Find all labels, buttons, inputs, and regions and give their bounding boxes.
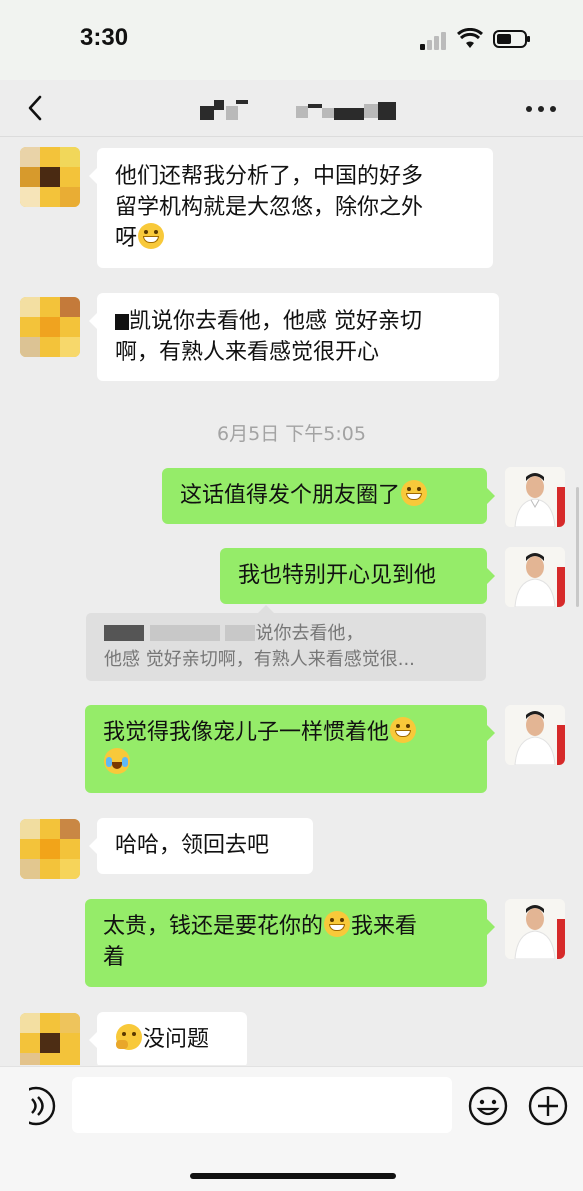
message-bubble-outgoing[interactable]: 这话值得发个朋友圈了 bbox=[162, 468, 495, 524]
quote-line: 说你去看他， bbox=[255, 623, 364, 644]
status-time: 3:30 bbox=[80, 24, 129, 51]
emoji-icon[interactable] bbox=[467, 1085, 509, 1127]
redacted-text bbox=[225, 625, 256, 641]
redacted-text bbox=[149, 625, 220, 641]
my-avatar[interactable] bbox=[505, 547, 565, 607]
message-line: 太贵，钱还是要花你的 bbox=[103, 914, 324, 939]
message-line: 凯说你去看他，他感 觉好亲切 bbox=[129, 309, 422, 334]
grin-icon bbox=[138, 223, 165, 249]
message-bubble-outgoing[interactable]: 我觉得我像宠儿子一样惯着他 bbox=[85, 705, 495, 793]
message-line: 我来看 bbox=[351, 914, 418, 939]
thinking-icon bbox=[116, 1024, 142, 1050]
contact-avatar[interactable] bbox=[20, 147, 80, 207]
quoted-message[interactable]: 说你去看他， 他感 觉好亲切啊，有熟人来看感觉很... bbox=[86, 605, 486, 681]
my-avatar[interactable] bbox=[505, 467, 565, 527]
chat-title-redacted bbox=[196, 98, 406, 122]
redacted-name bbox=[115, 314, 129, 330]
message-line: 他们还帮我分析了，中国的好多 bbox=[115, 164, 424, 189]
scroll-indicator bbox=[576, 487, 579, 607]
home-indicator bbox=[190, 1173, 396, 1179]
message-list[interactable]: 他们还帮我分析了，中国的好多 留学机构就是大忽悠，除你之外 呀 凯说你去看他，他… bbox=[0, 137, 583, 1065]
message-bubble-incoming[interactable]: 哈哈，领回去吧 bbox=[89, 818, 313, 874]
back-icon[interactable] bbox=[20, 92, 52, 124]
message-bubble-incoming[interactable]: 他们还帮我分析了，中国的好多 留学机构就是大忽悠，除你之外 呀 bbox=[89, 148, 493, 268]
message-bubble-outgoing[interactable]: 我也特别开心见到他 bbox=[220, 548, 495, 604]
message-input-box[interactable] bbox=[72, 1077, 452, 1133]
chat-header bbox=[0, 80, 583, 137]
my-avatar[interactable] bbox=[505, 705, 565, 765]
contact-avatar[interactable] bbox=[20, 1013, 80, 1065]
more-options-icon[interactable] bbox=[524, 100, 560, 120]
message-bubble-outgoing[interactable]: 太贵，钱还是要花你的 我来看 着 bbox=[85, 899, 495, 987]
grin-icon bbox=[401, 480, 428, 506]
message-line: 啊，有熟人来看感觉很开心 bbox=[115, 340, 380, 365]
wifi-icon bbox=[457, 28, 483, 48]
message-text: 这话值得发个朋友圈了 bbox=[180, 483, 401, 508]
message-text: 我也特别开心见到他 bbox=[238, 563, 437, 588]
redacted-text bbox=[104, 625, 144, 641]
voice-input-icon[interactable] bbox=[15, 1085, 57, 1127]
message-text: 哈哈，领回去吧 bbox=[115, 833, 270, 858]
signal-icon bbox=[420, 32, 448, 50]
laughing-crying-icon bbox=[104, 748, 130, 774]
input-bar bbox=[0, 1066, 583, 1191]
message-text: 没问题 bbox=[143, 1027, 210, 1052]
message-line: 留学机构就是大忽悠，除你之外 bbox=[115, 195, 424, 220]
message-bubble-incoming[interactable]: 没问题 bbox=[89, 1012, 247, 1065]
grin-icon bbox=[390, 717, 417, 743]
message-line: 我觉得我像宠儿子一样惯着他 bbox=[103, 720, 390, 745]
my-avatar[interactable] bbox=[505, 899, 565, 959]
grin-icon bbox=[324, 911, 351, 937]
quote-line: 他感 觉好亲切啊，有熟人来看感觉很... bbox=[104, 649, 415, 670]
battery-icon bbox=[493, 30, 530, 48]
contact-avatar[interactable] bbox=[20, 819, 80, 879]
chat-timestamp: 6月5日 下午5:05 bbox=[217, 423, 366, 445]
contact-avatar[interactable] bbox=[20, 297, 80, 357]
message-line: 呀 bbox=[115, 226, 138, 251]
message-bubble-incoming[interactable]: 凯说你去看他，他感 觉好亲切 啊，有熟人来看感觉很开心 bbox=[89, 293, 499, 381]
message-input[interactable] bbox=[72, 1077, 452, 1133]
status-bar: 3:30 bbox=[0, 0, 583, 80]
plus-icon[interactable] bbox=[527, 1085, 569, 1127]
message-line: 着 bbox=[103, 945, 126, 970]
